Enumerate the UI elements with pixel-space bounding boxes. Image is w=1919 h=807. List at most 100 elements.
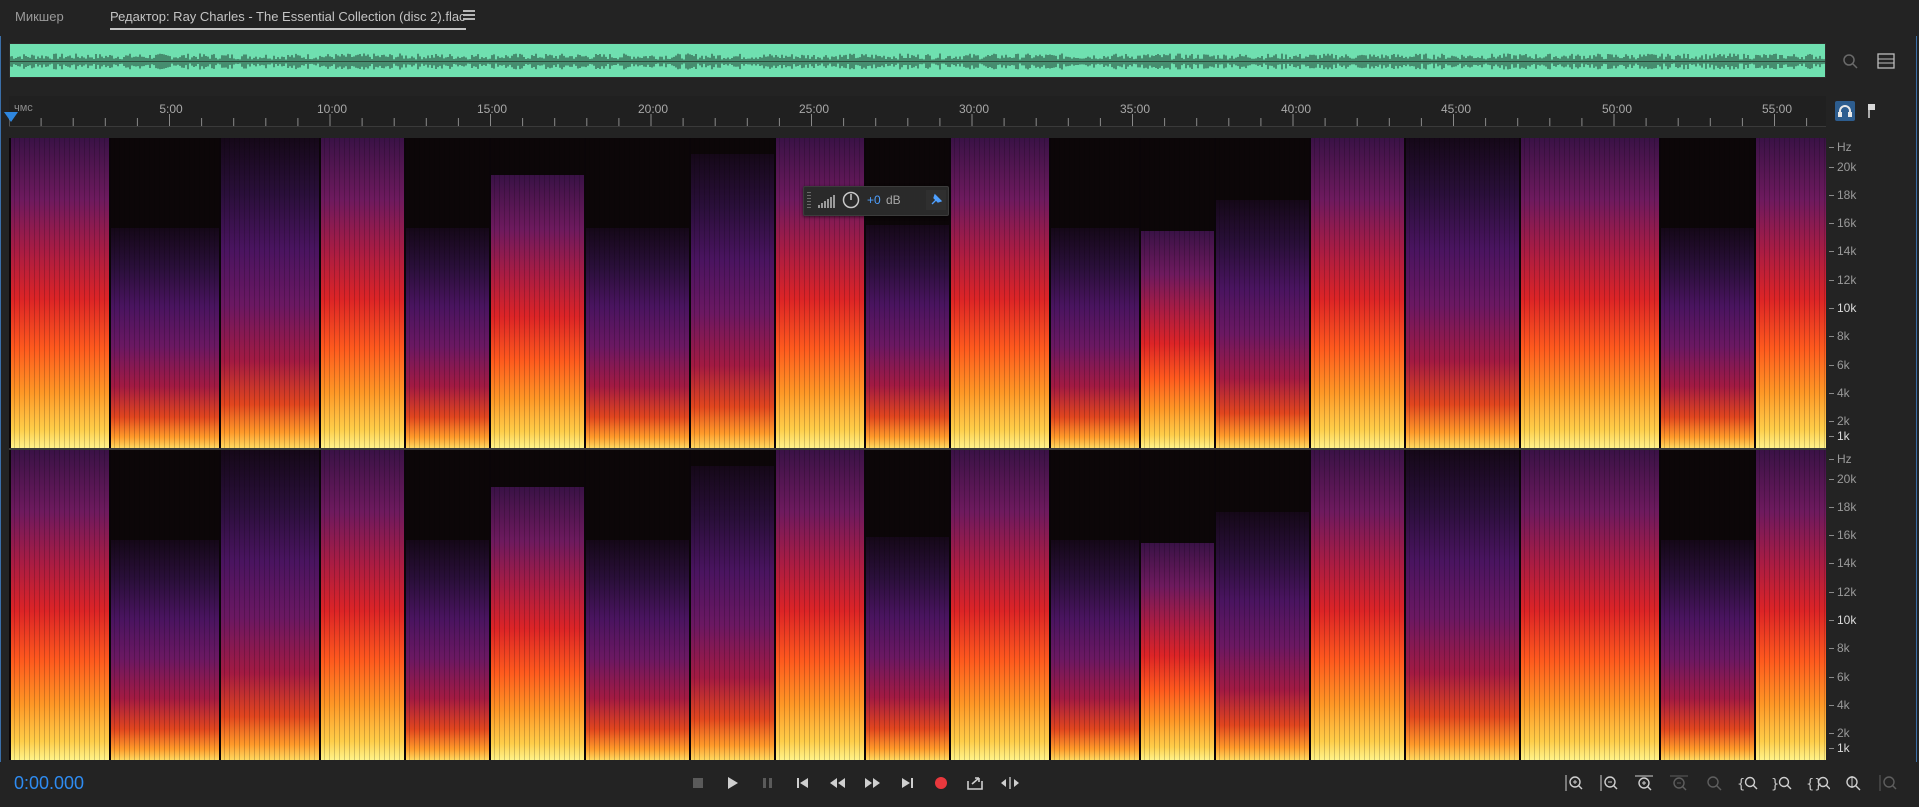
zoom-in-amplitude-icon[interactable] bbox=[1562, 772, 1586, 794]
gain-unit: dB bbox=[886, 193, 901, 207]
zoom-navigator-icon[interactable] bbox=[1841, 52, 1859, 70]
zoom-reset-icon[interactable] bbox=[1702, 772, 1726, 794]
spectrogram-track-block bbox=[1214, 450, 1309, 760]
hz-tick: 4k bbox=[1829, 386, 1850, 400]
spectrogram-track-block bbox=[864, 138, 949, 448]
spectrogram-track-block bbox=[109, 450, 219, 760]
spectrogram-channel-left[interactable] bbox=[9, 138, 1826, 448]
hz-tick: 2k bbox=[1829, 414, 1850, 428]
spectrogram-track-block bbox=[489, 450, 584, 760]
zoom-in-time-icon[interactable] bbox=[1632, 772, 1656, 794]
spectrogram-track-block bbox=[1309, 138, 1404, 448]
spectrogram-track-block bbox=[404, 138, 489, 448]
hz-unit: Hz bbox=[1829, 452, 1852, 466]
hz-tick: 10k bbox=[1828, 301, 1857, 315]
spectrogram-track-block bbox=[1049, 138, 1139, 448]
ruler-label: 10:00 bbox=[316, 102, 348, 116]
spectrogram-track-block bbox=[949, 138, 1049, 448]
hud-grip-handle[interactable] bbox=[807, 192, 811, 210]
panel-tabs: Микшер Редактор: Ray Charles - The Essen… bbox=[0, 0, 1919, 36]
gain-knob-icon[interactable] bbox=[842, 191, 860, 209]
spectrogram-track-block bbox=[1309, 450, 1404, 760]
time-ruler[interactable]: чмс 5:00 10:00 15:00 20:00 25:00 30:00 3… bbox=[9, 96, 1826, 127]
zoom-out-time-icon[interactable] bbox=[1667, 772, 1691, 794]
playhead-marker[interactable] bbox=[4, 112, 18, 122]
pause-button[interactable] bbox=[756, 772, 780, 794]
spectrogram-track-block bbox=[774, 450, 864, 760]
hz-tick: 4k bbox=[1829, 698, 1850, 712]
go-to-end-button[interactable] bbox=[895, 772, 919, 794]
ruler-label: 40:00 bbox=[1280, 102, 1312, 116]
spectrogram-track-block bbox=[1139, 138, 1214, 448]
spectrogram-track-block bbox=[1754, 138, 1826, 448]
svg-text:{: { bbox=[1737, 777, 1745, 792]
zoom-selection-icon[interactable]: {} bbox=[1806, 772, 1830, 794]
gain-value[interactable]: +0 bbox=[867, 193, 881, 207]
play-button[interactable] bbox=[721, 772, 745, 794]
marker-pin-icon[interactable] bbox=[1861, 101, 1881, 121]
ruler-label: 25:00 bbox=[798, 102, 830, 116]
frequency-scale-right: Hz 20k 18k 16k 14k 12k 10k 8k 6k 4k 2k 1… bbox=[1828, 450, 1889, 760]
zoom-in-point-icon[interactable]: { bbox=[1737, 772, 1761, 794]
spectrogram-track-block bbox=[9, 450, 109, 760]
hz-tick: 12k bbox=[1828, 585, 1857, 599]
hz-tick: 16k bbox=[1828, 216, 1857, 230]
hz-tick: 14k bbox=[1828, 244, 1857, 258]
go-to-start-button[interactable] bbox=[791, 772, 815, 794]
spectrogram-track-block bbox=[404, 450, 489, 760]
stop-button[interactable] bbox=[686, 772, 710, 794]
spectrogram-track-block bbox=[1139, 450, 1214, 760]
spectrogram-track-block bbox=[1659, 138, 1754, 448]
volume-hud[interactable]: +0 dB bbox=[803, 186, 949, 216]
hz-tick: 16k bbox=[1828, 528, 1857, 542]
skip-selection-icon[interactable] bbox=[998, 772, 1022, 794]
ruler-label: 30:00 bbox=[958, 102, 990, 116]
overview-menu-icon[interactable] bbox=[1877, 52, 1895, 70]
spectrogram-track-block bbox=[689, 450, 774, 760]
hz-tick: 8k bbox=[1829, 641, 1850, 655]
zoom-fit-icon[interactable] bbox=[1876, 772, 1900, 794]
transport-bar: 0:00.000 { } {} bbox=[0, 762, 1919, 806]
spectrogram-track-block bbox=[219, 450, 319, 760]
hz-tick: 6k bbox=[1829, 670, 1850, 684]
spectrogram-track-block bbox=[949, 450, 1049, 760]
spectrogram-track-block bbox=[219, 138, 319, 448]
hz-tick: 18k bbox=[1828, 188, 1857, 202]
ruler-label: 45:00 bbox=[1440, 102, 1472, 116]
pin-hud-icon[interactable] bbox=[926, 190, 946, 210]
tab-menu-icon[interactable] bbox=[463, 10, 475, 22]
hz-tick: 18k bbox=[1828, 500, 1857, 514]
headphones-icon[interactable] bbox=[1835, 101, 1855, 121]
spectrogram-track-block bbox=[319, 138, 404, 448]
frequency-scale-left: Hz 20k 18k 16k 14k 12k 10k 8k 6k 4k 2k 1… bbox=[1828, 138, 1889, 448]
zoom-playhead-icon[interactable] bbox=[1841, 772, 1865, 794]
hz-tick: 14k bbox=[1828, 556, 1857, 570]
loop-playback-icon[interactable] bbox=[963, 772, 987, 794]
svg-text:}: } bbox=[1771, 777, 1779, 792]
spectrogram-track-block bbox=[689, 138, 774, 448]
zoom-out-amplitude-icon[interactable] bbox=[1597, 772, 1621, 794]
record-button[interactable] bbox=[929, 772, 953, 794]
ruler-label: 35:00 bbox=[1119, 102, 1151, 116]
current-time[interactable]: 0:00.000 bbox=[14, 773, 84, 794]
tab-editor[interactable]: Редактор: Ray Charles - The Essential Co… bbox=[110, 9, 466, 30]
fast-forward-button[interactable] bbox=[860, 772, 884, 794]
spectrogram-channel-right[interactable] bbox=[9, 450, 1826, 760]
ruler-label: 15:00 bbox=[476, 102, 508, 116]
tab-mixer[interactable]: Микшер bbox=[15, 9, 64, 24]
spectrogram-track-block bbox=[774, 138, 864, 448]
spectrogram-track-block bbox=[1519, 450, 1659, 760]
ruler-ticks bbox=[9, 114, 1808, 126]
hz-tick: 12k bbox=[1828, 273, 1857, 287]
spectrogram-track-block bbox=[489, 138, 584, 448]
hz-tick: 20k bbox=[1828, 160, 1857, 174]
hz-tick: 6k bbox=[1829, 358, 1850, 372]
ruler-label: 55:00 bbox=[1761, 102, 1793, 116]
overview-waveform[interactable] bbox=[9, 43, 1826, 78]
overview-waveform-graphic bbox=[10, 48, 1825, 75]
rewind-button[interactable] bbox=[826, 772, 850, 794]
spectrogram-track-block bbox=[319, 450, 404, 760]
hz-unit: Hz bbox=[1829, 140, 1852, 154]
zoom-out-point-icon[interactable]: } bbox=[1771, 772, 1795, 794]
spectrogram-track-block bbox=[1214, 138, 1309, 448]
